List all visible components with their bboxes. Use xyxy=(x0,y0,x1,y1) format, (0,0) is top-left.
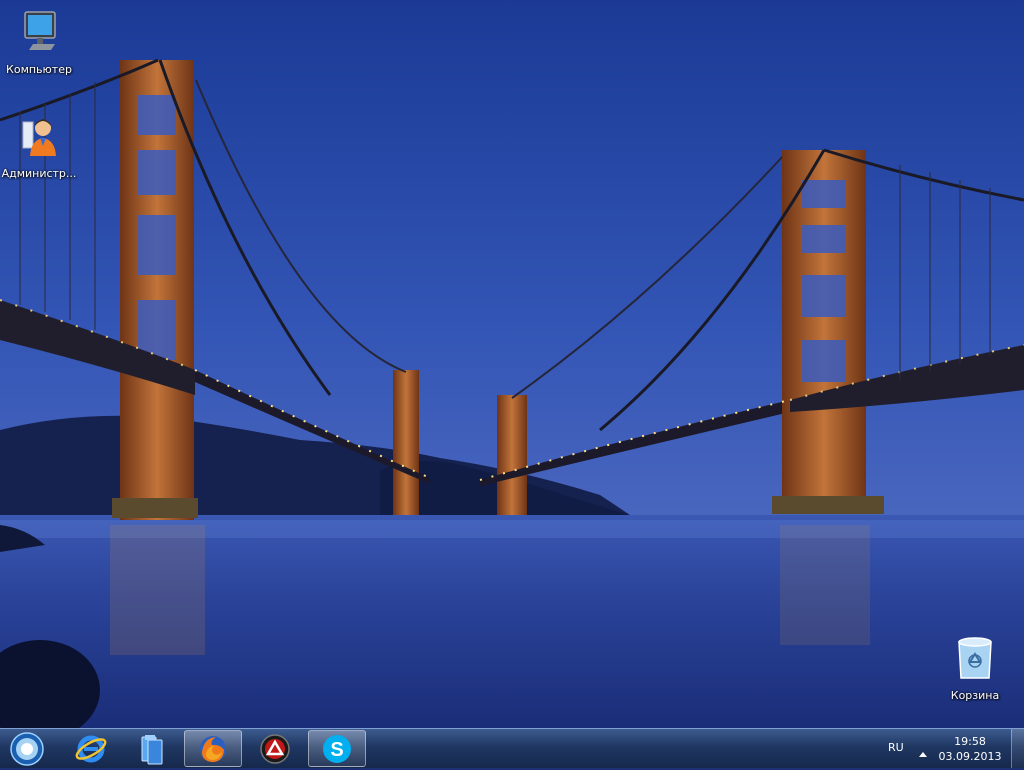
user-folder-icon xyxy=(22,119,56,156)
recycle-bin-icon xyxy=(958,637,992,679)
taskbar-skype[interactable]: S xyxy=(308,730,366,767)
tray-expand-button[interactable] xyxy=(917,744,929,757)
app-triangle-icon xyxy=(260,733,290,764)
taskbar-app-triangle[interactable] xyxy=(246,730,304,767)
desktop-icon-label: Корзина xyxy=(950,689,1000,702)
system-clock[interactable]: 19:58 03.09.2013 xyxy=(930,734,1010,764)
file-explorer-icon xyxy=(141,734,163,764)
start-button[interactable] xyxy=(6,732,48,766)
desktop-icon-recycle-bin[interactable]: Корзина xyxy=(936,634,1014,702)
desktop-icon-label: Компьютер xyxy=(6,63,72,76)
internet-explorer-icon xyxy=(75,735,107,762)
taskbar-internet-explorer[interactable] xyxy=(62,730,120,767)
taskbar-file-explorer[interactable] xyxy=(122,730,180,767)
computer-icon xyxy=(24,11,56,50)
desktop-wallpaper xyxy=(0,0,1024,728)
desktop-icon-computer[interactable]: Компьютер xyxy=(0,8,78,76)
firefox-icon xyxy=(200,735,226,762)
clock-time: 19:58 xyxy=(954,735,986,748)
show-desktop-button[interactable] xyxy=(1011,729,1024,768)
clock-date: 03.09.2013 xyxy=(938,750,1002,763)
desktop-icon-label: Администр... xyxy=(1,167,77,180)
taskbar: S RU 19:58 03.09.2013 xyxy=(0,728,1024,768)
taskbar-firefox[interactable] xyxy=(184,730,242,767)
skype-icon: S xyxy=(323,734,351,763)
language-indicator[interactable]: RU xyxy=(888,741,904,754)
desktop-icon-user-folder[interactable]: Администр... xyxy=(0,112,78,180)
svg-text:S: S xyxy=(330,739,343,761)
windows-orb-icon xyxy=(10,732,44,766)
triangle-up-icon xyxy=(919,752,927,757)
